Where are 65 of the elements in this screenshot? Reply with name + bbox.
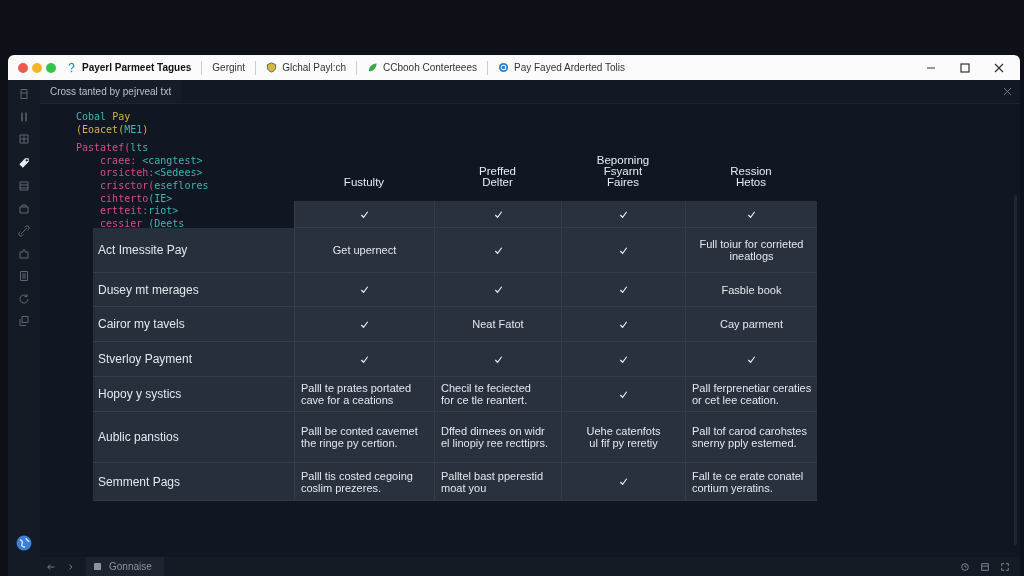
cell-text: Pall ferprenetiar ceraties or cet lee ceation. (692, 382, 812, 406)
box-icon[interactable] (18, 202, 30, 215)
list-icon[interactable] (18, 180, 30, 192)
row-label: Hopoy y systics (93, 377, 294, 412)
column-header: Preffed Delter (478, 166, 517, 190)
globe-icon (498, 62, 509, 73)
clock-icon[interactable] (960, 561, 970, 572)
cell-text: Palll tis costed cegoing coslim prezeres. (301, 469, 413, 494)
cell-text: Palll be conted cavemet the ringe py certion. (301, 425, 418, 449)
minimize-dot[interactable] (32, 62, 42, 73)
square-icon (94, 563, 101, 570)
file-icon[interactable] (18, 88, 30, 100)
cell-text: Palll te prates portated cave for a ceations (301, 382, 412, 406)
row-label: Aublic panstios (93, 412, 294, 463)
cell-text: Checil te feciected for ce tle reantert. (441, 382, 531, 406)
help-icon (66, 62, 77, 73)
row-label: Stverloy Payment (93, 342, 294, 377)
cell-text: Cay parment (720, 318, 783, 330)
row-label: Cairor my tavels (93, 307, 294, 342)
shield-icon (266, 62, 278, 73)
close-icon[interactable] (1003, 87, 1012, 96)
cell-text: Pall tof carod carohstes snerny pply estemed. (692, 425, 807, 449)
maximize-dot[interactable] (46, 62, 56, 73)
cell-text: Full toiur for corrieted ineatlogs (699, 238, 804, 262)
status-tab[interactable]: Gonnaise (86, 557, 164, 576)
cell-text: Fasble book (721, 283, 782, 296)
browser-tab[interactable]: Payerl Parmeet Tagues (60, 57, 198, 78)
maximize-icon (959, 61, 971, 74)
column-header: Ression Hetos (729, 166, 773, 190)
cell-text: Fall te ce erate conatel cortium yeratins. (692, 469, 804, 494)
row-label: Act Imessite Pay (93, 228, 294, 273)
close-dot[interactable] (18, 62, 28, 73)
leaf-icon (367, 62, 379, 73)
browser-tab[interactable]: Pay Fayed Arderted Tolis (492, 57, 631, 78)
column-header: Fustulty (342, 177, 386, 190)
check-icon (492, 284, 504, 295)
back-icon[interactable] (46, 561, 56, 572)
row-label: Dusey mt merages (93, 273, 294, 307)
code-snippet: Cobal Pay (Eoacet(ME1) Pastatef(lts craee: <cangtest> orsicteh:<Sedees> crisctor(eseflores cihterto(IE> ertteit:riot> cessier (Deets (75, 111, 210, 231)
globe-icon[interactable] (16, 535, 32, 551)
layout-icon[interactable] (980, 561, 990, 572)
check-icon (618, 476, 629, 487)
row-label: Semment Pags (93, 463, 294, 501)
copy-icon[interactable] (18, 315, 30, 327)
cell-text: Dffed dirnees on widr el linopiy ree recttiprs. (441, 425, 548, 449)
browser-tab[interactable]: Glchal Payl:ch (260, 57, 353, 78)
browser-tab[interactable]: Gergint (206, 57, 252, 78)
puzzle-icon[interactable] (18, 247, 30, 260)
link-icon[interactable] (18, 225, 30, 237)
bars-icon[interactable] (18, 110, 30, 123)
editor-tab[interactable]: Cross tanted by pejrveal txt (40, 80, 182, 103)
cell-text: Neat Fatot (472, 318, 524, 330)
check-icon (359, 284, 370, 295)
cell-text: Get upernect (332, 244, 397, 256)
doc-icon[interactable] (18, 270, 30, 282)
refresh-icon[interactable] (18, 292, 30, 305)
grid-icon[interactable] (18, 133, 30, 145)
cell-text: Palltel bast pperestid moat you (441, 469, 544, 494)
browser-tab[interactable]: CCbooh Conterteees (361, 57, 483, 78)
close-icon (993, 61, 1005, 74)
column-header: Beporning Fsyarnt Faires (595, 155, 651, 190)
expand-icon[interactable] (1000, 561, 1010, 572)
cell-text: Uehe catenfots ul fif py reretiy (586, 425, 661, 449)
check-icon (618, 284, 629, 295)
tag-icon[interactable] (17, 155, 31, 170)
